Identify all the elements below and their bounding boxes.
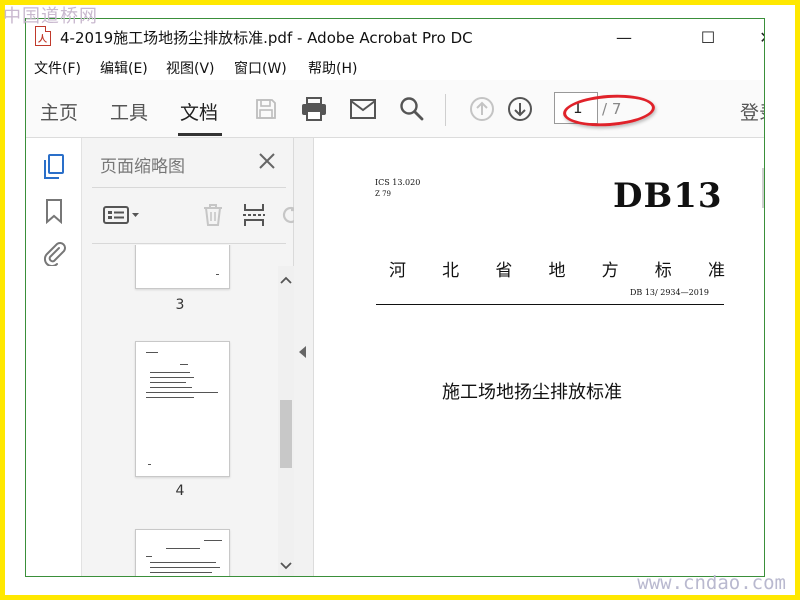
- menu-edit[interactable]: 编辑(E): [100, 58, 148, 78]
- watermark-bottom: www.cndao.com: [637, 572, 786, 594]
- login-link[interactable]: 登录: [740, 98, 764, 125]
- background-strip-left: [5, 22, 25, 582]
- prev-page-icon[interactable]: [467, 94, 497, 124]
- ics-code: ICS 13.020: [375, 178, 421, 187]
- next-page-icon[interactable]: [505, 94, 535, 124]
- panel-close-icon[interactable]: [254, 148, 280, 174]
- search-icon[interactable]: [397, 94, 427, 124]
- scroll-down-icon[interactable]: [280, 560, 292, 572]
- menu-window[interactable]: 窗口(W): [234, 58, 287, 78]
- document-scrollbar-thumb[interactable]: [762, 168, 764, 208]
- scrollbar-thumb[interactable]: [280, 400, 292, 468]
- standard-type-char: 地: [548, 261, 566, 281]
- delete-page-icon[interactable]: [200, 200, 226, 230]
- thumbnail-page-number: 4: [175, 483, 185, 499]
- panel-title: 页面缩略图: [100, 157, 185, 177]
- attachment-icon[interactable]: [40, 238, 68, 268]
- thumbnail-page-5[interactable]: [135, 529, 230, 576]
- thumbnail-panel: 页面缩略图 3 4: [82, 138, 300, 576]
- bookmark-icon[interactable]: [40, 196, 68, 226]
- acrobat-window: 人 4-2019施工场地扬尘排放标准.pdf - Adobe Acrobat P…: [25, 18, 765, 577]
- standard-type-char: 方: [601, 261, 619, 281]
- watermark-top: 中国道桥网: [3, 6, 98, 27]
- menu-help[interactable]: 帮助(H): [308, 58, 357, 78]
- panel-divider: [92, 243, 286, 244]
- print-icon[interactable]: [299, 94, 329, 124]
- scroll-up-icon[interactable]: [280, 274, 292, 286]
- menu-view[interactable]: 视图(V): [166, 58, 215, 78]
- tab-tools[interactable]: 工具: [110, 98, 148, 125]
- standard-type-char: 省: [495, 261, 513, 281]
- thumbnail-list: 3 4: [82, 245, 278, 576]
- thumbnail-options-icon[interactable]: [102, 200, 142, 230]
- standard-header-code: DB13: [613, 176, 723, 216]
- tab-document[interactable]: 文档: [180, 98, 218, 125]
- document-view[interactable]: ICS 13.020 Z 79 DB13 河 北 省 地 方 标 准 DB 13…: [294, 138, 764, 576]
- standard-type-char: 标: [654, 261, 672, 281]
- mail-icon[interactable]: [348, 94, 378, 124]
- maximize-button[interactable]: ☐: [688, 23, 728, 51]
- classification-code: Z 79: [375, 190, 391, 198]
- title-bar[interactable]: 人 4-2019施工场地扬尘排放标准.pdf - Adobe Acrobat P…: [26, 19, 764, 53]
- extract-page-icon[interactable]: [240, 200, 268, 230]
- save-icon[interactable]: [251, 94, 281, 124]
- pdf-page: ICS 13.020 Z 79 DB13 河 北 省 地 方 标 准 DB 13…: [330, 146, 764, 576]
- navigation-rail: [26, 138, 82, 576]
- minimize-button[interactable]: —: [604, 23, 644, 51]
- main-toolbar: 主页 工具 文档 1 / 7 登录: [26, 80, 764, 138]
- collapse-arrow-icon: [299, 346, 306, 358]
- toolbar-divider: [445, 94, 446, 126]
- panel-collapse-handle[interactable]: [294, 138, 314, 576]
- standard-type-heading: 河 北 省 地 方 标 准: [389, 256, 725, 281]
- menu-file[interactable]: 文件(F): [34, 58, 81, 78]
- thumbnail-page-number: 3: [175, 297, 185, 313]
- tab-home[interactable]: 主页: [40, 98, 78, 125]
- standard-type-char: 北: [442, 261, 460, 281]
- window-title: 4-2019施工场地扬尘排放标准.pdf - Adobe Acrobat Pro…: [60, 29, 473, 47]
- background-strip-right: [765, 22, 795, 582]
- document-title: 施工场地扬尘排放标准: [442, 382, 622, 403]
- panel-divider: [92, 187, 286, 188]
- active-tab-indicator: [178, 133, 222, 136]
- close-button[interactable]: ✕: [746, 23, 764, 51]
- thumbnail-page-3[interactable]: [135, 245, 230, 289]
- pdf-file-icon: 人: [35, 26, 51, 46]
- standard-type-char: 河: [389, 261, 406, 281]
- standard-type-char: 准: [707, 261, 725, 281]
- standard-number: DB 13/ 2934—2019: [630, 288, 709, 297]
- thumbnail-page-4[interactable]: [135, 341, 230, 477]
- header-rule: [376, 304, 724, 305]
- menu-bar: 文件(F) 编辑(E) 视图(V) 窗口(W) 帮助(H): [26, 54, 764, 80]
- page-thumbnails-icon[interactable]: [40, 152, 68, 182]
